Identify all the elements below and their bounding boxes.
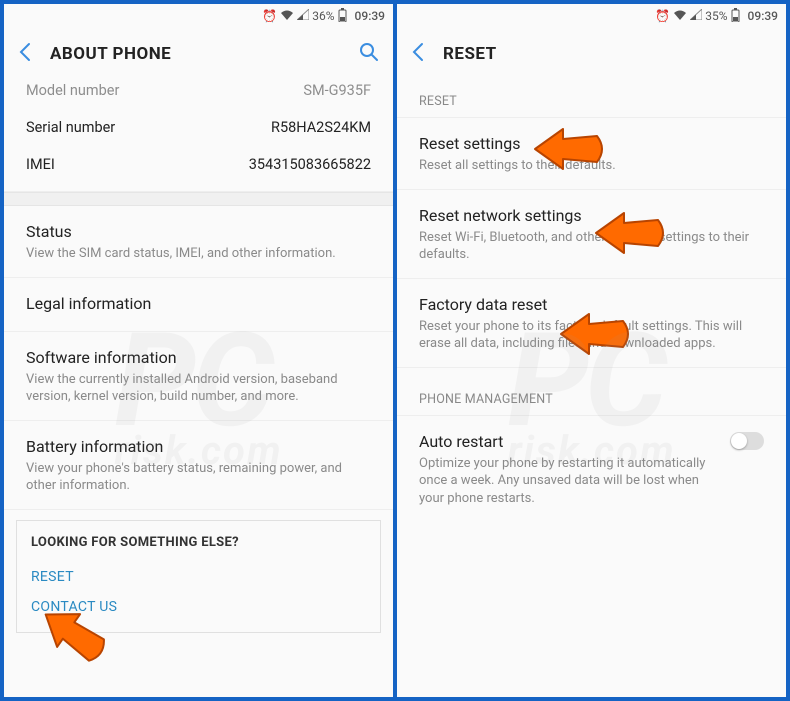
titlebar: RESET	[397, 28, 786, 80]
item-desc: Reset all settings to their defaults.	[419, 157, 764, 175]
left-screen: ⏰ 36% 09:39 ABOUT PHONE	[4, 4, 393, 697]
item-reset-network[interactable]: Reset network settings Reset Wi-Fi, Blue…	[397, 190, 786, 279]
wifi-icon	[280, 9, 294, 23]
wifi-icon	[673, 9, 687, 23]
signal-icon	[297, 9, 309, 23]
item-reset-settings[interactable]: Reset settings Reset all settings to the…	[397, 118, 786, 190]
serial-label: Serial number	[26, 119, 115, 136]
footer-link-reset[interactable]: RESET	[31, 562, 366, 592]
item-legal[interactable]: Legal information	[4, 278, 393, 332]
info-row-serial: Serial number R58HA2S24KM	[4, 109, 393, 146]
item-desc: Optimize your phone by restarting it aut…	[419, 455, 720, 508]
footer-card: LOOKING FOR SOMETHING ELSE? RESET CONTAC…	[16, 520, 381, 633]
item-title: Reset settings	[419, 134, 764, 153]
back-icon[interactable]	[411, 42, 425, 67]
footer-link-contact[interactable]: CONTACT US	[31, 592, 366, 622]
imei-label: IMEI	[26, 156, 55, 173]
battery-icon	[338, 8, 347, 25]
section-divider	[4, 192, 393, 206]
model-value: SM-G935F	[303, 82, 371, 99]
page-title: RESET	[443, 44, 772, 64]
alarm-icon: ⏰	[655, 9, 670, 23]
item-auto-restart[interactable]: Auto restart Optimize your phone by rest…	[397, 416, 786, 522]
content-area: PCrisk.com RESET Reset settings Reset al…	[397, 80, 786, 697]
back-icon[interactable]	[18, 42, 32, 67]
search-icon[interactable]	[359, 42, 379, 67]
info-row-imei: IMEI 354315083665822	[4, 146, 393, 183]
status-bar: ⏰ 36% 09:39	[4, 4, 393, 28]
item-title: Reset network settings	[419, 206, 764, 225]
imei-value: 354315083665822	[249, 156, 371, 173]
section-reset: RESET	[397, 80, 786, 118]
status-time: 09:39	[748, 9, 778, 23]
alarm-icon: ⏰	[262, 9, 277, 23]
item-desc: Reset Wi-Fi, Bluetooth, and other networ…	[419, 229, 764, 264]
status-bar: ⏰ 35% 09:39	[397, 4, 786, 28]
section-phone-mgmt: PHONE MANAGEMENT	[397, 378, 786, 416]
item-title: Battery information	[26, 437, 371, 456]
item-desc: View the SIM card status, IMEI, and othe…	[26, 245, 371, 263]
battery-icon	[731, 8, 740, 25]
item-battery[interactable]: Battery information View your phone's ba…	[4, 421, 393, 510]
item-software[interactable]: Software information View the currently …	[4, 332, 393, 421]
item-desc: View your phone's battery status, remain…	[26, 460, 371, 495]
item-status[interactable]: Status View the SIM card status, IMEI, a…	[4, 206, 393, 278]
right-screen: ⏰ 35% 09:39 RESET PCrisk.c	[397, 4, 786, 697]
footer-title: LOOKING FOR SOMETHING ELSE?	[31, 535, 366, 550]
signal-icon	[690, 9, 702, 23]
item-title: Software information	[26, 348, 371, 367]
page-title: ABOUT PHONE	[50, 44, 341, 64]
item-title: Status	[26, 222, 371, 241]
item-desc: Reset your phone to its factory default …	[419, 318, 764, 353]
status-time: 09:39	[355, 9, 385, 23]
info-row-model: Model number SM-G935F	[4, 80, 393, 109]
battery-text: 35%	[705, 9, 727, 23]
item-title: Factory data reset	[419, 295, 764, 314]
titlebar: ABOUT PHONE	[4, 28, 393, 80]
item-desc: View the currently installed Android ver…	[26, 371, 371, 406]
model-label: Model number	[26, 82, 119, 99]
content-area: PCrisk.com Model number SM-G935F Serial …	[4, 80, 393, 697]
serial-value: R58HA2S24KM	[271, 119, 371, 136]
auto-restart-toggle[interactable]	[730, 432, 764, 450]
item-title: Legal information	[26, 294, 371, 313]
item-factory-reset[interactable]: Factory data reset Reset your phone to i…	[397, 279, 786, 368]
battery-text: 36%	[312, 9, 334, 23]
item-title: Auto restart	[419, 432, 720, 451]
